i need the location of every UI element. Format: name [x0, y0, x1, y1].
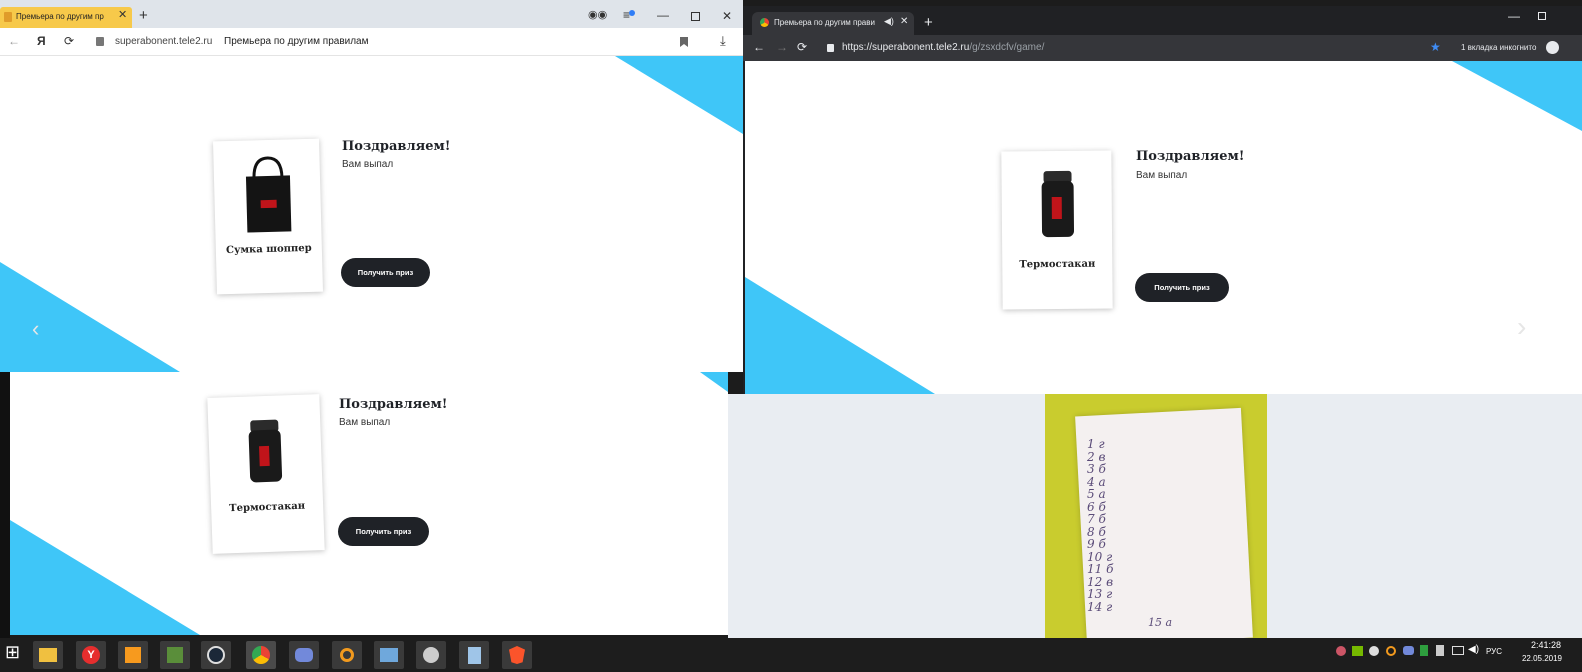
product-card: Термостакан	[207, 394, 325, 554]
search-tray-icon[interactable]	[1386, 646, 1396, 656]
chrome-tab-title: Премьера по другим прави	[774, 18, 875, 27]
lock-icon	[96, 37, 104, 46]
note-line: 3 б	[1087, 462, 1106, 476]
maximize-icon[interactable]	[1538, 12, 1546, 20]
bookmark-star-icon[interactable]: ★	[1430, 41, 1441, 53]
back-icon[interactable]: ←	[753, 41, 765, 53]
yandex-domain[interactable]: superabonent.tele2.ru	[115, 36, 212, 47]
product-name: Термостакан	[1019, 258, 1096, 271]
network-icon[interactable]	[1452, 646, 1464, 655]
thermos-image	[248, 419, 283, 483]
incognito-label[interactable]: 1 вкладка инкогнито	[1461, 43, 1536, 52]
new-tab-icon[interactable]: +	[139, 8, 148, 23]
note-photo: 1 г2 в3 б4 а5 а6 б7 б8 б9 б 10 г 11 б 12 в1…	[1045, 394, 1267, 638]
product-card: Термостакан	[1001, 150, 1113, 310]
clock-date[interactable]: 22.05.2019	[1512, 654, 1572, 663]
window-close-icon[interactable]: ✕	[722, 10, 732, 22]
thermos-image	[1041, 170, 1075, 238]
note-extra: 15 а	[1148, 616, 1173, 629]
minimize-icon[interactable]: —	[1508, 10, 1520, 22]
lower-browser-window: Термостакан Поздравляем! Вам выпал Получ…	[10, 372, 728, 635]
reload-icon[interactable]: ⟳	[797, 41, 807, 53]
maximize-icon[interactable]	[691, 12, 700, 21]
reload-icon[interactable]: ⟳	[64, 35, 74, 47]
congrats-heading: Поздравляем!	[339, 397, 448, 412]
tab-favicon-icon	[4, 12, 12, 22]
shopper-bag-image	[245, 156, 292, 233]
note-list: 1 г2 в3 б4 а5 а6 б7 б8 б9 б 10 г 11 б 12 в1…	[1087, 438, 1113, 613]
yandex-page-content: Сумка шоппер Поздравляем! Вам выпал Полу…	[0, 56, 743, 372]
tab-close-icon[interactable]: ✕	[118, 10, 127, 21]
product-name: Сумка шоппер	[225, 242, 312, 257]
note-line: 1 г	[1087, 437, 1105, 451]
note-line: 9 б	[1087, 537, 1106, 551]
desktop-background-left	[0, 372, 10, 638]
carousel-next-icon[interactable]: ›	[1517, 313, 1526, 341]
prize-subtitle: Вам выпал	[342, 159, 394, 170]
lock-icon	[827, 44, 834, 52]
flag-tray-icon[interactable]	[1420, 645, 1428, 656]
congrats-heading: Поздравляем!	[1136, 149, 1245, 164]
discord-tray-icon[interactable]	[1403, 646, 1414, 655]
search-app-icon[interactable]	[332, 641, 362, 669]
steam-icon[interactable]	[201, 641, 231, 669]
yandex-logo-icon[interactable]: Я	[37, 35, 46, 47]
download-icon[interactable]: ⤓	[720, 34, 726, 47]
chrome-page-content: Термостакан Поздравляем! Вам выпал Получ…	[745, 61, 1582, 394]
chrome-url-field[interactable]: https://superabonent.tele2.ru/g/zsxdcfv/…	[842, 42, 1044, 53]
photos-icon[interactable]	[374, 641, 404, 669]
decor-triangles	[745, 61, 1582, 394]
incognito-avatar-icon[interactable]	[1546, 41, 1559, 54]
carousel-prev-icon[interactable]: ‹	[32, 318, 39, 340]
yandex-address-bar	[0, 28, 743, 56]
note-line: 13 г	[1087, 587, 1113, 601]
sublime-icon[interactable]	[118, 641, 148, 669]
product-name: Термостакан	[229, 500, 306, 515]
taskbar	[0, 638, 1582, 672]
note-line: 7 б	[1087, 512, 1106, 526]
get-prize-button[interactable]: Получить приз	[338, 517, 429, 546]
note-line: 5 а	[1087, 487, 1106, 501]
notification-dot-icon	[629, 10, 635, 16]
tab-audio-icon[interactable]: ◀)	[884, 17, 894, 26]
minecraft-icon[interactable]	[160, 641, 190, 669]
forward-icon[interactable]: →	[776, 41, 788, 53]
yandex-page-title: Премьера по другим правилам	[224, 36, 369, 47]
url-path: /g/zsxdcfv/game/	[969, 42, 1045, 53]
windows-start-icon[interactable]: ⊞	[5, 643, 20, 661]
get-prize-button[interactable]: Получить приз	[1135, 273, 1229, 302]
steam-tray-icon[interactable]	[1369, 646, 1379, 656]
volume-icon[interactable]: ◀)	[1468, 645, 1479, 655]
brave-icon[interactable]	[502, 641, 532, 669]
decor-triangles	[0, 56, 743, 372]
congrats-heading: Поздравляем!	[342, 139, 451, 154]
prize-subtitle: Вам выпал	[339, 417, 391, 428]
url-domain: https://superabonent.tele2.ru	[842, 42, 970, 53]
yandex-browser-icon[interactable]: Y	[76, 641, 106, 669]
notepad-icon[interactable]	[459, 641, 489, 669]
product-card: Сумка шоппер	[213, 138, 323, 295]
yandex-tab-title: Премьера по другим пр	[16, 12, 104, 21]
tray-app-icon[interactable]	[1336, 646, 1346, 656]
input-language[interactable]: РУС	[1486, 647, 1502, 656]
file-explorer-icon[interactable]	[33, 641, 63, 669]
incognito-glasses-icon[interactable]: ◉◉	[588, 10, 607, 21]
note-line: 14 г	[1087, 599, 1113, 614]
clock-time[interactable]: 2:41:28	[1518, 640, 1574, 650]
chrome-icon[interactable]	[246, 641, 276, 669]
back-icon[interactable]: ←	[8, 35, 20, 47]
note-line: 11 б	[1087, 562, 1114, 576]
nvidia-tray-icon[interactable]	[1352, 646, 1363, 656]
tab-favicon-icon	[760, 18, 769, 27]
get-prize-button[interactable]: Получить приз	[341, 258, 430, 287]
discord-icon[interactable]	[289, 641, 319, 669]
usb-tray-icon[interactable]	[1436, 645, 1444, 656]
tab-close-icon[interactable]: ✕	[900, 17, 908, 27]
prize-subtitle: Вам выпал	[1136, 170, 1188, 181]
paint-icon[interactable]	[416, 641, 446, 669]
new-tab-icon[interactable]: +	[924, 15, 933, 30]
minimize-icon[interactable]: —	[657, 9, 669, 21]
